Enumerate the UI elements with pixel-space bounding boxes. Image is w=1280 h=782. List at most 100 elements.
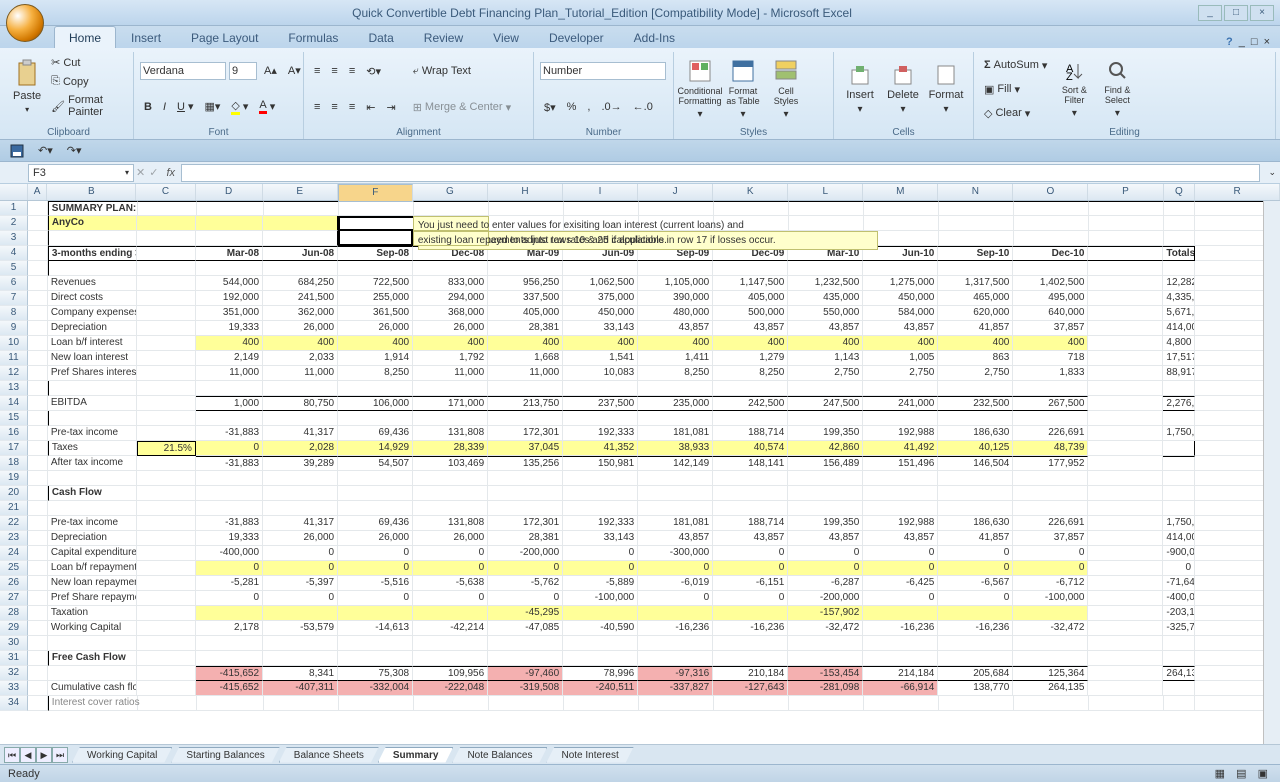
cell-H22[interactable]: 172,301 <box>488 516 563 531</box>
redo-button[interactable]: ↷▾ <box>63 142 86 159</box>
cell-C21[interactable] <box>137 501 196 516</box>
row-header-16[interactable]: 16 <box>0 426 28 441</box>
cell-Q7[interactable]: 4,335,000 <box>1163 291 1195 306</box>
align-right-button[interactable]: ≡ <box>345 99 359 115</box>
cell-I5[interactable] <box>563 261 638 276</box>
cell-J11[interactable]: 1,411 <box>638 351 713 366</box>
cell-F6[interactable]: 722,500 <box>338 276 413 291</box>
cell-P25[interactable] <box>1088 561 1163 576</box>
row-header-11[interactable]: 11 <box>0 351 28 366</box>
cell-D9[interactable]: 19,333 <box>196 321 263 336</box>
cell-L27[interactable]: -200,000 <box>788 591 863 606</box>
cell-P22[interactable] <box>1088 516 1163 531</box>
cell-D3[interactable] <box>196 231 263 246</box>
cell-N20[interactable] <box>938 486 1013 501</box>
number-format-combo[interactable] <box>540 62 666 80</box>
row-header-25[interactable]: 25 <box>0 561 28 576</box>
cell-A1[interactable] <box>28 201 48 216</box>
cell-N17[interactable]: 40,125 <box>938 441 1013 456</box>
cell-E29[interactable]: -53,579 <box>263 621 338 636</box>
cell-B19[interactable] <box>48 471 137 486</box>
cell-C29[interactable] <box>137 621 196 636</box>
cell-H34[interactable] <box>489 696 564 711</box>
cell-K25[interactable]: 0 <box>713 561 788 576</box>
sheet-tab-working-capital[interactable]: Working Capital <box>72 747 172 763</box>
cell-K1[interactable] <box>714 201 789 216</box>
underline-button[interactable]: U▾ <box>173 98 197 115</box>
cell-F14[interactable]: 106,000 <box>338 396 413 411</box>
row-header-8[interactable]: 8 <box>0 306 28 321</box>
minimize-button[interactable]: _ <box>1198 5 1222 21</box>
cell-D5[interactable] <box>196 261 263 276</box>
cell-E14[interactable]: 80,750 <box>263 396 338 411</box>
cell-C7[interactable] <box>137 291 196 306</box>
row-header-31[interactable]: 31 <box>0 651 28 666</box>
cell-B11[interactable]: New loan interest <box>48 351 137 366</box>
cell-I13[interactable] <box>563 381 638 396</box>
cell-Q1[interactable] <box>1164 201 1196 216</box>
col-header-Q[interactable]: Q <box>1164 184 1196 200</box>
cell-D32[interactable]: -415,652 <box>196 666 263 681</box>
cell-E25[interactable]: 0 <box>263 561 338 576</box>
cell-K10[interactable]: 400 <box>713 336 788 351</box>
cell-D23[interactable]: 19,333 <box>196 531 263 546</box>
cell-I26[interactable]: -5,889 <box>563 576 638 591</box>
cell-A17[interactable] <box>28 441 48 456</box>
row-header-18[interactable]: 18 <box>0 456 28 471</box>
cell-N14[interactable]: 232,500 <box>938 396 1013 411</box>
cell-A19[interactable] <box>28 471 48 486</box>
cell-F25[interactable]: 0 <box>338 561 413 576</box>
cell-L28[interactable]: -157,902 <box>788 606 863 621</box>
cell-L23[interactable]: 43,857 <box>788 531 863 546</box>
sort-filter-button[interactable]: AZSort & Filter▾ <box>1054 55 1094 124</box>
cell-C14[interactable] <box>137 396 196 411</box>
cell-J9[interactable]: 43,857 <box>638 321 713 336</box>
select-all-corner[interactable] <box>0 184 28 200</box>
cell-M10[interactable]: 400 <box>863 336 938 351</box>
cell-O6[interactable]: 1,402,500 <box>1013 276 1088 291</box>
cell-O9[interactable]: 37,857 <box>1013 321 1088 336</box>
cell-O8[interactable]: 640,000 <box>1013 306 1088 321</box>
cell-I30[interactable] <box>563 636 638 651</box>
cell-L15[interactable] <box>788 411 863 426</box>
cell-G17[interactable]: 28,339 <box>413 441 488 456</box>
cell-I8[interactable]: 450,000 <box>563 306 638 321</box>
cell-L21[interactable] <box>788 501 863 516</box>
cell-I34[interactable] <box>564 696 639 711</box>
cell-D21[interactable] <box>196 501 263 516</box>
cell-P20[interactable] <box>1088 486 1163 501</box>
dec-decimal-button[interactable]: ←.0 <box>629 99 657 115</box>
cell-A11[interactable] <box>28 351 48 366</box>
cell-P14[interactable] <box>1088 396 1163 411</box>
cell-H31[interactable] <box>488 651 563 666</box>
cell-P32[interactable] <box>1088 666 1163 681</box>
cell-O20[interactable] <box>1013 486 1088 501</box>
cell-Q31[interactable] <box>1163 651 1195 666</box>
cell-C19[interactable] <box>137 471 196 486</box>
cell-B4[interactable]: 3-months ending > <box>48 246 137 261</box>
cell-P12[interactable] <box>1088 366 1163 381</box>
cell-Q9[interactable]: 414,000 <box>1163 321 1195 336</box>
cell-B8[interactable]: Company expenses <box>48 306 137 321</box>
cell-L10[interactable]: 400 <box>788 336 863 351</box>
cell-K27[interactable]: 0 <box>713 591 788 606</box>
cell-O19[interactable] <box>1013 471 1088 486</box>
cell-D29[interactable]: 2,178 <box>196 621 263 636</box>
cell-H8[interactable]: 405,000 <box>488 306 563 321</box>
cell-P19[interactable] <box>1088 471 1163 486</box>
cell-K7[interactable]: 405,000 <box>713 291 788 306</box>
cell-F21[interactable] <box>338 501 413 516</box>
cell-M28[interactable] <box>863 606 938 621</box>
cell-B32[interactable] <box>48 666 137 681</box>
cell-A22[interactable] <box>28 516 48 531</box>
cell-J5[interactable] <box>638 261 713 276</box>
cell-I10[interactable]: 400 <box>563 336 638 351</box>
cell-Q12[interactable]: 88,917 <box>1163 366 1195 381</box>
cell-H30[interactable] <box>488 636 563 651</box>
cell-D11[interactable]: 2,149 <box>196 351 263 366</box>
cell-M27[interactable]: 0 <box>863 591 938 606</box>
cell-C22[interactable] <box>137 516 196 531</box>
comma-button[interactable]: , <box>583 99 594 115</box>
cell-O5[interactable] <box>1013 261 1088 276</box>
cell-K21[interactable] <box>713 501 788 516</box>
